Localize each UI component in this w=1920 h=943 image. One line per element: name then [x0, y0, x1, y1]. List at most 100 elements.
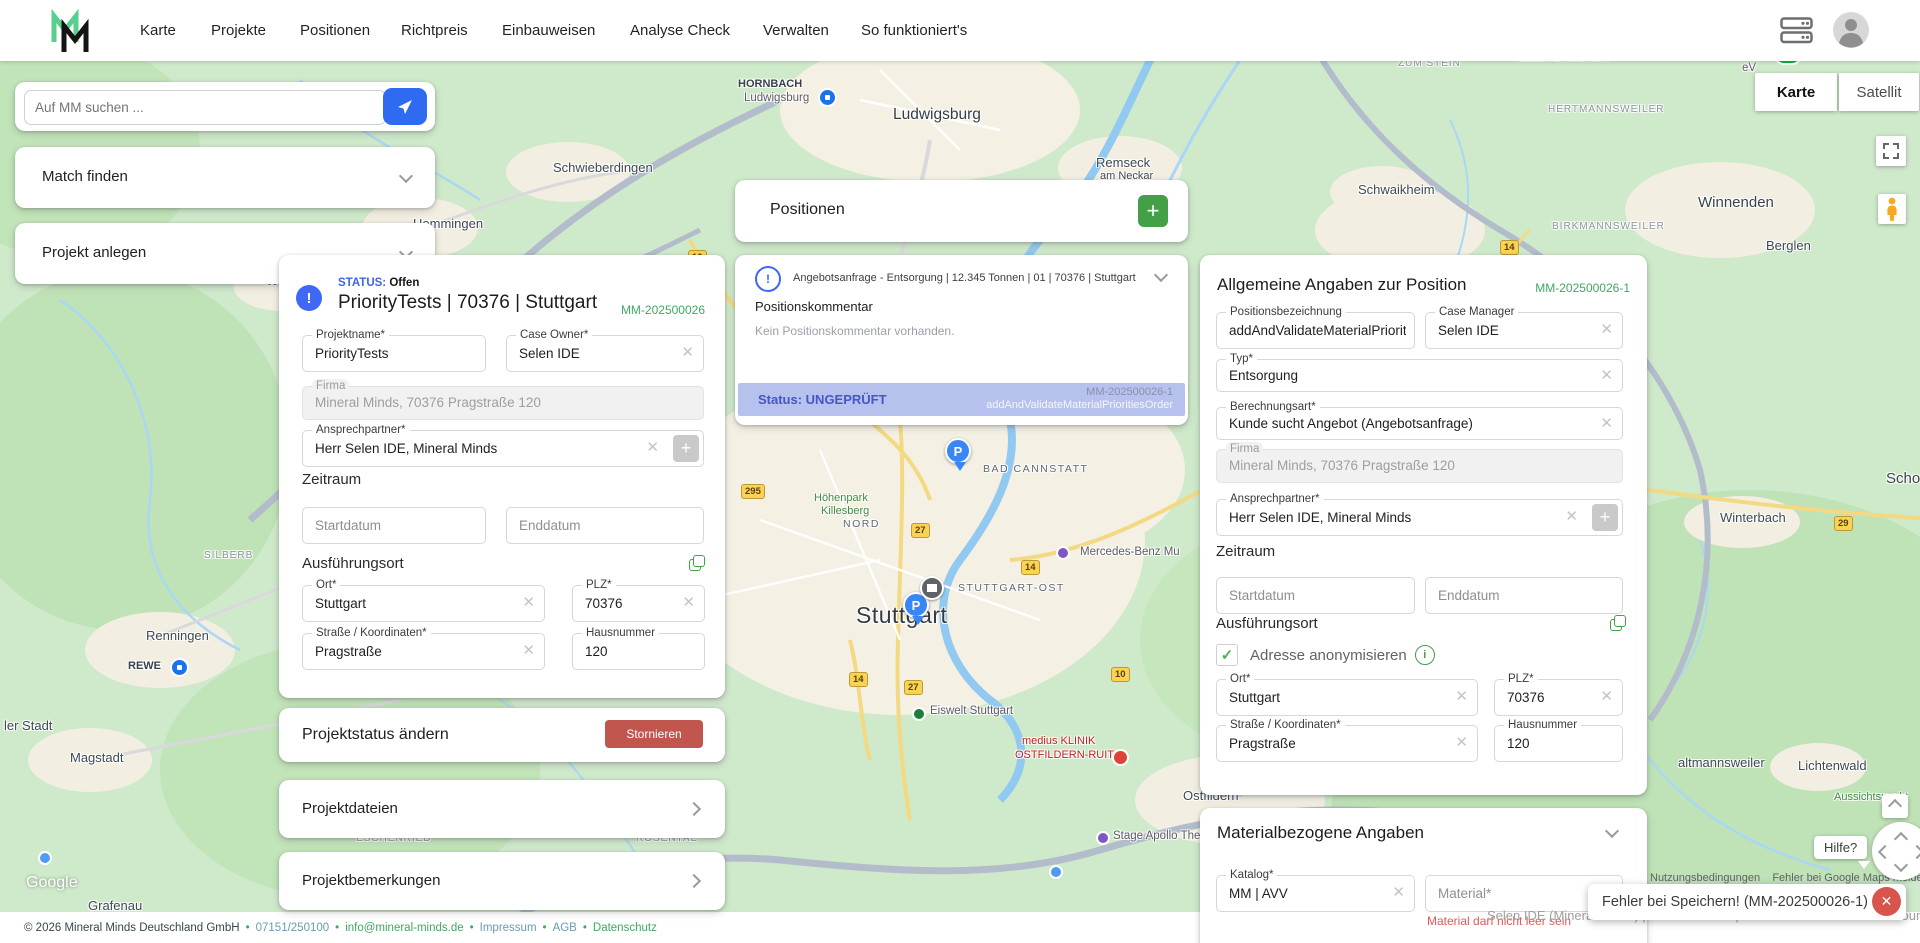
- status-warning-icon: !: [296, 285, 322, 311]
- nav-item-so-funktioniert-s[interactable]: So funktioniert's: [861, 0, 967, 61]
- clear-icon[interactable]: ✕: [1455, 689, 1468, 704]
- terms-link[interactable]: Nutzungsbedingungen: [1650, 872, 1760, 884]
- search-submit-button[interactable]: [383, 88, 427, 125]
- field-value: Kunde sucht Angebot (Angebotsanfrage): [1229, 416, 1598, 431]
- nav-item-positionen[interactable]: Positionen: [300, 0, 370, 61]
- nav-item-verwalten[interactable]: Verwalten: [763, 0, 829, 61]
- firma-field: Firma Mineral Minds, 70376 Pragstraße 12…: [1216, 449, 1623, 483]
- nav-item-projekte[interactable]: Projekte: [211, 0, 266, 61]
- route-badge: 10: [1111, 667, 1130, 682]
- startdatum-field[interactable]: Startdatum: [1216, 577, 1415, 614]
- clear-icon[interactable]: ✕: [1600, 416, 1613, 431]
- close-icon[interactable]: ✕: [1872, 887, 1901, 916]
- footer-agb-link[interactable]: AGB: [553, 922, 577, 934]
- field-label: Projektname*: [312, 328, 389, 343]
- anonymize-checkbox[interactable]: ✓: [1216, 644, 1238, 666]
- footer-copyright: © 2026 Mineral Minds Deutschland GmbH: [24, 922, 240, 934]
- clear-icon[interactable]: ✕: [1392, 885, 1405, 900]
- field-label: PLZ*: [1504, 672, 1538, 687]
- footer-phone-link[interactable]: 07151/250100: [256, 922, 330, 934]
- ort-field[interactable]: Ort* Stuttgart ✕: [1216, 679, 1478, 716]
- case-manager-field[interactable]: Case Manager Selen IDE ✕: [1425, 312, 1623, 349]
- ansprechpartner-field[interactable]: Ansprechpartner* Herr Selen IDE, Mineral…: [302, 430, 704, 467]
- enddatum-field[interactable]: Enddatum: [506, 507, 704, 544]
- pegman-control[interactable]: [1878, 194, 1906, 224]
- typ-field[interactable]: Typ* Entsorgung ✕: [1216, 359, 1623, 392]
- route-badge: 295: [741, 484, 765, 499]
- project-mm-number: MM-202500026: [621, 303, 705, 317]
- map-label: Winterbach: [1720, 510, 1786, 525]
- devices-icon[interactable]: [1780, 17, 1814, 44]
- hausnummer-field[interactable]: Hausnummer 120: [572, 633, 705, 670]
- info-icon[interactable]: i: [1415, 645, 1435, 665]
- hausnummer-field[interactable]: Hausnummer 120: [1494, 725, 1623, 762]
- clear-icon[interactable]: ✕: [1565, 509, 1578, 524]
- position-entry[interactable]: Angebotsanfrage - Entsorgung | 12.345 To…: [793, 272, 1136, 284]
- fullscreen-button[interactable]: [1876, 136, 1906, 166]
- clear-icon[interactable]: ✕: [522, 595, 535, 610]
- ansprechpartner-field[interactable]: Ansprechpartner* Herr Selen IDE, Mineral…: [1216, 499, 1623, 536]
- map-label: Stuttgart: [856, 602, 947, 629]
- map-marker-dot-green: [912, 707, 926, 721]
- map-marker-dot-blue: [38, 851, 52, 865]
- strasse-field[interactable]: Straße / Koordinaten* Pragstraße ✕: [1216, 725, 1478, 762]
- collapse-control[interactable]: [1882, 794, 1908, 818]
- route-badge: 27: [911, 523, 930, 538]
- startdatum-field[interactable]: Startdatum: [302, 507, 486, 544]
- clear-icon[interactable]: ✕: [1600, 322, 1613, 337]
- search-input[interactable]: [24, 90, 386, 125]
- projektdateien-card[interactable]: Projektdateien: [279, 780, 725, 838]
- field-label: Ansprechpartner*: [312, 423, 410, 438]
- add-contact-button[interactable]: +: [673, 435, 699, 462]
- chevron-down-icon[interactable]: [1605, 824, 1619, 838]
- copy-icon[interactable]: [1610, 615, 1625, 630]
- nav-item-richtpreis[interactable]: Richtpreis: [401, 0, 468, 61]
- material-title: Materialbezogene Angaben: [1217, 823, 1424, 843]
- katalog-field[interactable]: Katalog* MM | AVV ✕: [1216, 875, 1415, 912]
- chevron-down-icon[interactable]: [1154, 268, 1168, 282]
- stornieren-button[interactable]: Stornieren: [605, 720, 703, 748]
- projektbemerkungen-card[interactable]: Projektbemerkungen: [279, 852, 725, 910]
- footer-impressum-link[interactable]: Impressum: [480, 922, 537, 934]
- plz-field[interactable]: PLZ* 70376 ✕: [1494, 679, 1623, 716]
- add-position-button[interactable]: +: [1138, 195, 1168, 227]
- berechnungsart-field[interactable]: Berechnungsart* Kunde sucht Angebot (Ang…: [1216, 407, 1623, 440]
- avatar[interactable]: [1832, 11, 1870, 49]
- google-logo: Google: [26, 874, 78, 892]
- clear-icon[interactable]: ✕: [1455, 735, 1468, 750]
- map-marker-pin[interactable]: P: [945, 438, 971, 464]
- map-label: Höhenpark: [814, 492, 868, 504]
- clear-icon[interactable]: ✕: [1600, 689, 1613, 704]
- footer-datenschutz-link[interactable]: Datenschutz: [593, 922, 657, 934]
- field-value: 120: [585, 644, 680, 659]
- clear-icon[interactable]: ✕: [646, 440, 659, 455]
- route-badge: 14: [849, 672, 868, 687]
- clear-icon[interactable]: ✕: [681, 345, 694, 360]
- case-owner-field[interactable]: Case Owner* Selen IDE ✕: [506, 335, 704, 372]
- match-finden-card[interactable]: Match finden: [15, 147, 435, 208]
- projektname-field[interactable]: Projektname* PriorityTests: [302, 335, 486, 372]
- mineral-minds-logo[interactable]: [48, 8, 92, 54]
- clear-icon[interactable]: ✕: [522, 643, 535, 658]
- strasse-field[interactable]: Straße / Koordinaten* Pragstraße ✕: [302, 633, 545, 670]
- clear-icon[interactable]: ✕: [682, 595, 695, 610]
- positionsbezeichnung-field[interactable]: Positionsbezeichnung addAndValidateMater…: [1216, 312, 1415, 349]
- clear-icon[interactable]: ✕: [1600, 368, 1613, 383]
- plz-field[interactable]: PLZ* 70376 ✕: [572, 585, 705, 622]
- map-label: Ludwigsburg: [893, 106, 981, 124]
- ort-field[interactable]: Ort* Stuttgart ✕: [302, 585, 545, 622]
- nav-item-einbauweisen[interactable]: Einbauweisen: [502, 0, 595, 61]
- map-type-karte-button[interactable]: Karte: [1755, 73, 1837, 111]
- map-type-satellit-button[interactable]: Satellit: [1839, 73, 1919, 111]
- enddatum-field[interactable]: Enddatum: [1425, 577, 1623, 614]
- footer-email-link[interactable]: info@mineral-minds.de: [345, 922, 463, 934]
- hilfe-button[interactable]: Hilfe?: [1814, 836, 1867, 859]
- route-badge: 14: [1021, 560, 1040, 575]
- nav-item-karte[interactable]: Karte: [140, 0, 176, 61]
- nav-item-analyse-check[interactable]: Analyse Check: [630, 0, 730, 61]
- copy-icon[interactable]: [689, 555, 704, 570]
- position-form-panel: Allgemeine Angaben zur Position MM-20250…: [1200, 255, 1647, 795]
- field-value: MM | AVV: [1229, 886, 1390, 901]
- field-label: Case Manager: [1435, 305, 1518, 320]
- add-contact-button[interactable]: +: [1592, 504, 1618, 531]
